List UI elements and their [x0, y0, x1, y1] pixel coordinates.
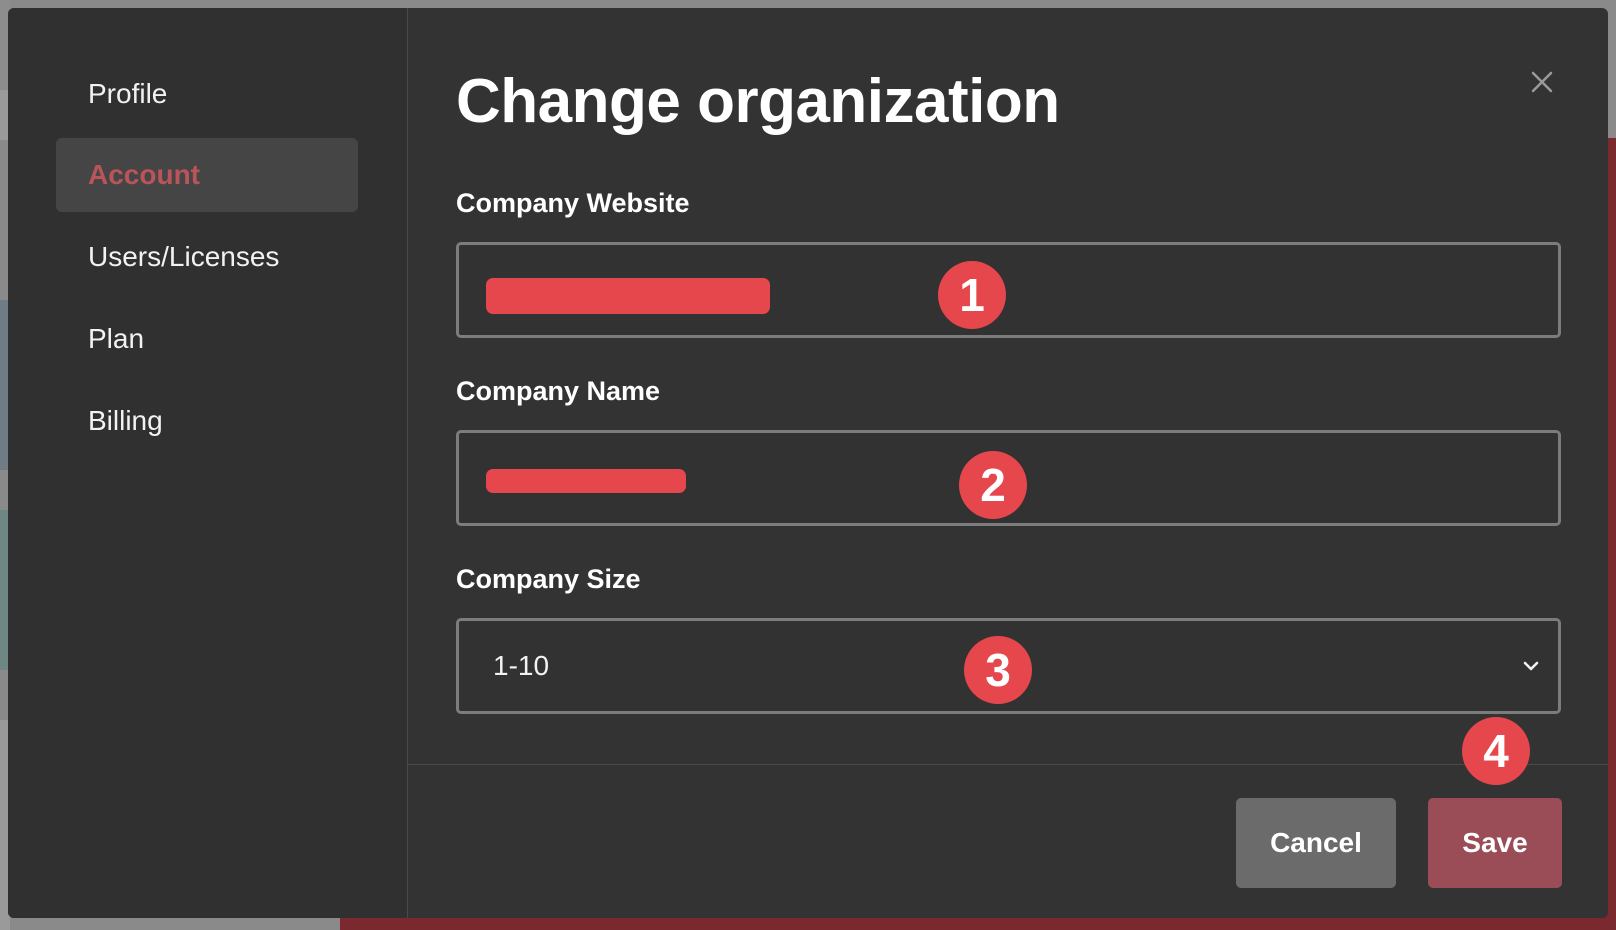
company-website-label: Company Website — [456, 188, 690, 218]
sidebar-item-label: Users/Licenses — [88, 241, 280, 272]
close-button[interactable] — [1524, 64, 1560, 100]
settings-sidebar: Profile Account Users/Licenses Plan Bill… — [8, 8, 408, 918]
sidebar-item-label: Account — [88, 159, 200, 190]
footer-divider — [408, 764, 1608, 765]
dialog-title: Change organization — [456, 67, 1060, 136]
sidebar-item-account[interactable]: Account — [56, 138, 358, 212]
annotation-marker-2: 2 — [959, 451, 1027, 519]
company-website-input[interactable] — [456, 242, 1561, 338]
dialog-content: Change organization Company Website 1 Co… — [408, 8, 1608, 918]
annotation-marker-4: 4 — [1462, 717, 1530, 785]
close-icon — [1531, 71, 1553, 93]
redaction-mark — [486, 278, 770, 314]
sidebar-item-plan[interactable]: Plan — [56, 302, 358, 376]
chevron-down-icon — [1523, 661, 1539, 671]
company-size-label: Company Size — [456, 564, 641, 594]
sidebar-item-label: Plan — [88, 323, 145, 354]
company-size-value: 1-10 — [493, 650, 550, 681]
annotation-marker-3: 3 — [964, 636, 1032, 704]
redaction-mark — [486, 469, 686, 493]
change-organization-dialog: Profile Account Users/Licenses Plan Bill… — [8, 8, 1608, 918]
sidebar-item-label: Profile — [88, 78, 168, 109]
sidebar-item-billing[interactable]: Billing — [56, 384, 358, 458]
company-name-label: Company Name — [456, 376, 661, 406]
save-button[interactable]: Save — [1428, 798, 1562, 888]
sidebar-item-label: Billing — [88, 405, 163, 436]
annotation-marker-1: 1 — [938, 261, 1006, 329]
sidebar-item-users-licenses[interactable]: Users/Licenses — [56, 220, 358, 294]
sidebar-item-profile[interactable]: Profile — [56, 57, 358, 131]
cancel-button[interactable]: Cancel — [1236, 798, 1396, 888]
